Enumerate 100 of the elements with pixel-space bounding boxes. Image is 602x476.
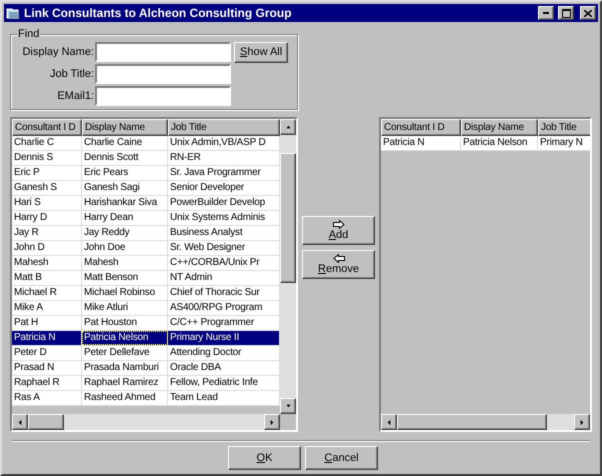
- table-row[interactable]: Matt B Matt Benson NT Admin: [12, 271, 280, 286]
- left-arrow-icon: [332, 254, 344, 263]
- table-cell: Peter D: [12, 346, 82, 360]
- table-cell: John Doe: [82, 241, 168, 255]
- left-triangle-icon: [18, 418, 22, 426]
- table-cell: Mahesh: [12, 256, 82, 270]
- right-arrow-icon: [332, 220, 344, 229]
- table-cell: Prasad N: [12, 361, 82, 375]
- table-row[interactable]: Patricia N Patricia Nelson Primary N: [381, 136, 590, 151]
- table-row[interactable]: Peter D Peter Dellefave Attending Doctor: [12, 346, 280, 361]
- table-cell: Patricia N: [381, 136, 461, 150]
- field-label: EMail1:: [56, 88, 94, 104]
- table-row[interactable]: Ganesh S Ganesh Sagi Senior Developer: [12, 181, 280, 196]
- add-button[interactable]: Add: [302, 216, 375, 245]
- table-row[interactable]: Michael R Michael Robinso Chief of Thoracic Sur: [12, 286, 280, 301]
- field-label: Display Name:: [21, 44, 94, 60]
- table-cell: Pat Houston: [82, 316, 168, 330]
- table-cell: Mike Atluri: [82, 301, 168, 315]
- scroll-left-button[interactable]: [381, 414, 397, 430]
- cancel-button[interactable]: Cancel: [305, 446, 378, 470]
- scroll-thumb[interactable]: [28, 414, 64, 430]
- table-cell: Ras A: [12, 391, 82, 405]
- window-icon: [6, 6, 20, 20]
- up-triangle-icon: [284, 125, 292, 129]
- table-cell: Ganesh Sagi: [82, 181, 168, 195]
- table-row[interactable]: Prasad N Prasada Namburi Oracle DBA: [12, 361, 280, 376]
- text-field[interactable]: [95, 64, 231, 84]
- table-cell: Rasheed Ahmed: [82, 391, 168, 405]
- text-field[interactable]: [95, 86, 231, 106]
- table-cell: Charlie Caine: [82, 136, 168, 150]
- table-row[interactable]: Raphael R Raphael Ramirez Fellow, Pediatric Infe: [12, 376, 280, 391]
- column-header[interactable]: Job Title: [168, 119, 280, 136]
- table-row[interactable]: Charlie C Charlie Caine Unix Admin,VB/ASP D: [12, 136, 280, 151]
- table-row[interactable]: Hari S Harishankar Siva PowerBuilder Develop: [12, 196, 280, 211]
- close-button[interactable]: [580, 6, 596, 20]
- field-label: Job Title:: [48, 66, 94, 82]
- close-icon: [584, 10, 592, 16]
- table-row[interactable]: Dennis S Dennis Scott RN-ER: [12, 151, 280, 166]
- column-header[interactable]: Display Name: [461, 119, 538, 136]
- remove-button[interactable]: Remove: [302, 250, 375, 279]
- left-triangle-icon: [387, 418, 391, 426]
- show-all-button[interactable]: Show All: [234, 42, 288, 63]
- table-row[interactable]: Mahesh Mahesh C++/CORBA/Unix Pr: [12, 256, 280, 271]
- table-cell: Hari S: [12, 196, 82, 210]
- table-row[interactable]: Mike A Mike Atluri AS400/RPG Program: [12, 301, 280, 316]
- table-cell: Patricia N: [12, 331, 82, 345]
- ok-button[interactable]: OK: [228, 446, 301, 470]
- table-cell: Ganesh S: [12, 181, 82, 195]
- table-cell: Harishankar Siva: [82, 196, 168, 210]
- down-triangle-icon: [284, 404, 292, 408]
- table-cell: Dennis S: [12, 151, 82, 165]
- horizontal-scrollbar[interactable]: [12, 414, 280, 430]
- table-row[interactable]: Harry D Harry Dean Unix Systems Adminis: [12, 211, 280, 226]
- maximize-icon: [562, 8, 570, 18]
- window-title: Link Consultants to Alcheon Consulting Group: [24, 5, 293, 22]
- table-cell: Patricia Nelson: [82, 331, 168, 345]
- minimize-button[interactable]: [538, 6, 554, 20]
- right-triangle-icon: [270, 418, 274, 426]
- scroll-right-button[interactable]: [574, 414, 590, 430]
- minimize-icon: [543, 12, 549, 14]
- scroll-thumb[interactable]: [397, 414, 547, 430]
- vertical-scrollbar[interactable]: [280, 119, 296, 414]
- table-cell: Raphael Ramirez: [82, 376, 168, 390]
- scroll-down-button[interactable]: [280, 398, 296, 414]
- scroll-right-button[interactable]: [264, 414, 280, 430]
- column-header[interactable]: Job Title: [538, 119, 590, 136]
- table-cell: Michael Robinso: [82, 286, 168, 300]
- table-cell: Dennis Scott: [82, 151, 168, 165]
- right-triangle-icon: [580, 418, 584, 426]
- scroll-thumb[interactable]: [280, 153, 296, 283]
- maximize-button[interactable]: [558, 6, 574, 20]
- scroll-left-button[interactable]: [12, 414, 28, 430]
- table-row[interactable]: Ras A Rasheed Ahmed Team Lead: [12, 391, 280, 406]
- table-cell: Mahesh: [82, 256, 168, 270]
- table-cell: Eric Pears: [82, 166, 168, 180]
- table-cell: Matt Benson: [82, 271, 168, 285]
- table-cell: John D: [12, 241, 82, 255]
- table-cell: Patricia Nelson: [461, 136, 538, 150]
- table-cell: Matt B: [12, 271, 82, 285]
- table-row[interactable]: Pat H Pat Houston C/C++ Programmer: [12, 316, 280, 331]
- scroll-up-button[interactable]: [280, 119, 296, 135]
- table-cell: Prasada Namburi: [82, 361, 168, 375]
- table-cell: Jay Reddy: [82, 226, 168, 240]
- text-field[interactable]: [95, 42, 231, 62]
- table-cell: Primary N: [538, 136, 590, 150]
- table-cell: Raphael R: [12, 376, 82, 390]
- horizontal-scrollbar[interactable]: [381, 414, 590, 430]
- table-row[interactable]: John D John Doe Sr. Web Designer: [12, 241, 280, 256]
- table-cell: Harry D: [12, 211, 82, 225]
- table-cell: Jay R: [12, 226, 82, 240]
- column-header[interactable]: Display Name: [82, 119, 168, 136]
- table-cell: Harry Dean: [82, 211, 168, 225]
- column-header[interactable]: Consultant I D: [381, 119, 461, 136]
- table-row[interactable]: Patricia N Patricia Nelson Primary Nurse II: [12, 331, 280, 346]
- table-cell: Mike A: [12, 301, 82, 315]
- table-row[interactable]: Jay R Jay Reddy Business Analyst: [12, 226, 280, 241]
- table-cell: Michael R: [12, 286, 82, 300]
- column-header[interactable]: Consultant I D: [12, 119, 82, 136]
- table-cell: Peter Dellefave: [82, 346, 168, 360]
- table-row[interactable]: Eric P Eric Pears Sr. Java Programmer: [12, 166, 280, 181]
